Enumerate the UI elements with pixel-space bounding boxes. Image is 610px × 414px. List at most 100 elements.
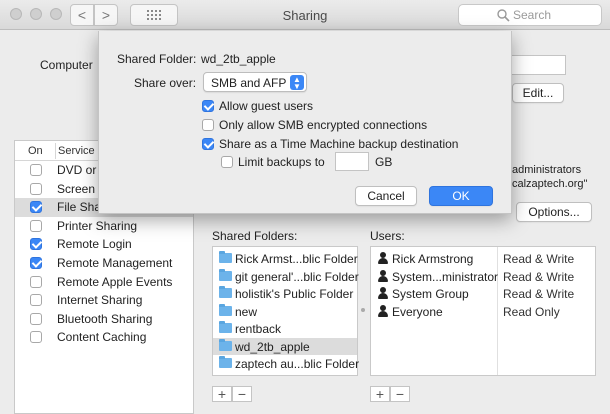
shared-folder-name: Rick Armst...blic Folder — [235, 252, 358, 266]
service-row[interactable]: Remote Management — [15, 254, 193, 273]
splitter-handle[interactable] — [361, 308, 365, 312]
search-icon — [497, 9, 510, 22]
service-checkbox[interactable] — [30, 312, 42, 325]
user-name: Everyone — [392, 304, 443, 319]
user-name: Rick Armstrong — [392, 252, 474, 266]
service-name: Screen — [57, 181, 96, 196]
folder-icon — [219, 251, 232, 263]
folder-icon — [219, 338, 232, 351]
col-service-header: Service — [58, 145, 95, 157]
users-label: Users: — [370, 229, 405, 243]
shared-folder-name: wd_2tb_apple — [235, 339, 310, 354]
service-name: Content Caching — [57, 330, 147, 345]
shared-folders-list: Rick Armst...blic Folder git general'...b… — [212, 246, 360, 376]
service-checkbox[interactable] — [30, 182, 42, 195]
shared-folder-row[interactable]: zaptech au...blic Folder — [213, 355, 360, 373]
shared-folder-name: rentback — [235, 322, 282, 336]
limit-backups-input[interactable] — [335, 152, 369, 171]
service-checkbox[interactable] — [30, 201, 42, 214]
chevron-updown-icon: ▲ ▼ — [290, 75, 304, 91]
plus-icon: + — [217, 386, 227, 402]
remove-folder-button[interactable]: − — [232, 386, 252, 402]
service-name: DVD or — [57, 163, 97, 177]
share-over-select[interactable]: SMB and AFP ▲ ▼ — [203, 72, 307, 92]
user-permission[interactable]: Read & Write — [503, 287, 574, 301]
service-checkbox[interactable] — [30, 164, 42, 176]
service-name: Internet Sharing — [57, 293, 143, 308]
user-icon — [377, 304, 389, 318]
user-row[interactable]: System...ministrator Read & Write — [371, 268, 595, 286]
plus-icon: + — [375, 386, 385, 402]
options-button[interactable]: Options... — [516, 202, 592, 222]
service-checkbox[interactable] — [30, 275, 42, 288]
shared-folders-label: Shared Folders: — [212, 229, 298, 243]
users-list: Rick Armstrong Read & Write System...minis… — [370, 246, 596, 376]
service-checkbox[interactable] — [30, 238, 42, 251]
service-checkbox[interactable] — [30, 331, 42, 344]
smb-encrypted-checkbox[interactable] — [202, 119, 214, 131]
user-permission[interactable]: Read Only — [503, 305, 560, 319]
service-row[interactable]: Remote Login — [15, 235, 193, 254]
service-checkbox[interactable] — [30, 219, 42, 232]
user-icon — [377, 252, 389, 265]
service-name: File Sha — [57, 200, 102, 215]
service-checkbox[interactable] — [30, 256, 42, 269]
service-row[interactable]: Internet Sharing — [15, 291, 193, 310]
shared-folder-label: Shared Folder: — [117, 52, 197, 66]
user-row[interactable]: System Group Read & Write — [371, 285, 595, 303]
shared-folder-row[interactable]: holistik's Public Folder — [213, 285, 357, 303]
user-name: System...ministrator — [392, 269, 499, 284]
title-bar: < > Sharing Search — [0, 0, 610, 30]
smb-encrypted-label: Only allow SMB encrypted connections — [219, 118, 428, 132]
shared-folder-row[interactable]: rentback — [213, 320, 357, 338]
service-name: Remote Apple Events — [57, 274, 173, 289]
shared-folder-value: wd_2tb_apple — [201, 52, 276, 66]
cancel-button[interactable]: Cancel — [355, 186, 417, 206]
shared-folder-row[interactable]: git general'...blic Folder — [213, 268, 359, 286]
service-name: Remote Management — [57, 255, 173, 270]
service-row[interactable]: Content Caching — [15, 328, 193, 347]
minus-icon: − — [237, 386, 247, 402]
folder-icon — [219, 356, 232, 368]
service-row[interactable]: Bluetooth Sharing — [15, 310, 193, 329]
user-icon — [377, 287, 389, 300]
service-row[interactable]: Printer Sharing — [15, 217, 193, 236]
time-machine-label: Share as a Time Machine backup destinati… — [219, 137, 459, 151]
limit-backups-checkbox[interactable] — [221, 156, 233, 168]
service-name: Bluetooth Sharing — [57, 311, 153, 326]
add-user-button[interactable]: + — [370, 386, 390, 402]
shared-folder-row[interactable]: new — [213, 303, 357, 321]
minus-icon: − — [395, 386, 405, 402]
edit-button[interactable]: Edit... — [512, 83, 564, 103]
user-row[interactable]: Rick Armstrong Read & Write — [371, 250, 595, 268]
share-over-value: SMB and AFP — [211, 76, 287, 90]
access-text-line2: calzaptech.org" — [512, 178, 588, 190]
ok-button[interactable]: OK — [429, 186, 493, 206]
allow-guest-checkbox[interactable] — [202, 100, 214, 112]
service-row[interactable]: Remote Apple Events — [15, 273, 193, 292]
time-machine-checkbox[interactable] — [202, 138, 214, 150]
allow-guest-label: Allow guest users — [219, 99, 314, 113]
folder-icon — [219, 268, 232, 281]
service-checkbox[interactable] — [30, 294, 42, 307]
search-field[interactable]: Search — [458, 4, 602, 26]
limit-backups-unit: GB — [375, 155, 393, 169]
user-permission[interactable]: Read & Write — [503, 252, 574, 266]
shared-folder-row[interactable]: Rick Armst...blic Folder — [213, 250, 358, 268]
add-folder-button[interactable]: + — [212, 386, 232, 402]
shared-folder-name: zaptech au...blic Folder — [235, 357, 360, 371]
folder-icon — [219, 286, 232, 298]
computer-name-field[interactable] — [510, 55, 566, 75]
user-name: System Group — [392, 287, 469, 301]
shared-folder-row[interactable]: wd_2tb_apple — [213, 337, 357, 355]
shared-folder-name: new — [235, 304, 258, 319]
remove-user-button[interactable]: − — [390, 386, 410, 402]
computer-name-label: Computer — [40, 58, 93, 72]
user-row[interactable]: Everyone Read Only — [371, 303, 595, 321]
user-permission[interactable]: Read & Write — [503, 270, 574, 284]
service-name: Printer Sharing — [57, 218, 138, 233]
share-over-label: Share over: — [134, 76, 197, 90]
limit-backups-label: Limit backups to — [238, 155, 325, 169]
folder-icon — [219, 303, 232, 316]
search-placeholder: Search — [513, 8, 552, 22]
